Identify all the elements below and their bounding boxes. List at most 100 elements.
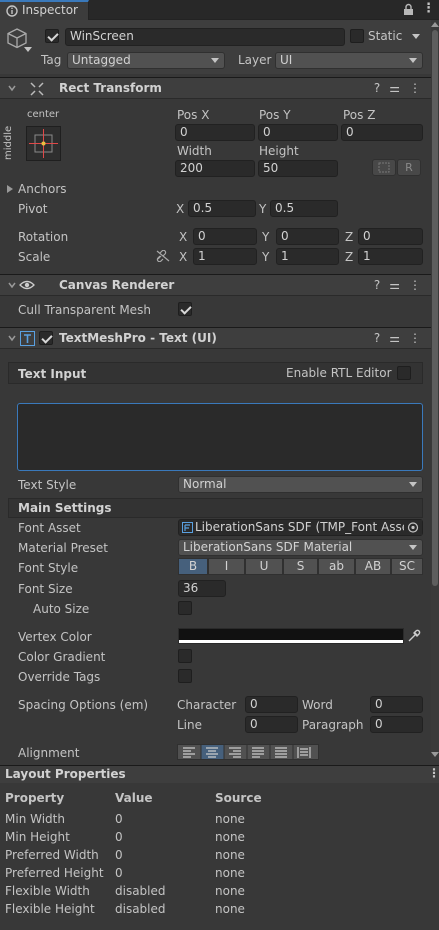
- rotation-label: Rotation: [18, 230, 69, 244]
- tag-dropdown[interactable]: Untagged: [67, 52, 225, 69]
- font-style-button[interactable]: U: [245, 558, 283, 575]
- width-field[interactable]: 200: [175, 160, 255, 177]
- scrollbar-thumb[interactable]: [432, 30, 438, 586]
- font-asset-field[interactable]: LiberationSans SDF (TMP_Font Asset: [178, 519, 423, 536]
- pos-x-field[interactable]: 0: [175, 124, 255, 141]
- presets-icon[interactable]: ⚌: [389, 331, 400, 345]
- pos-x-label: Pos X: [177, 108, 210, 122]
- character-spacing-field[interactable]: 0: [245, 696, 298, 713]
- tab-label: Inspector: [22, 3, 78, 17]
- font-style-button[interactable]: B: [178, 558, 208, 575]
- layer-dropdown[interactable]: UI: [275, 52, 423, 69]
- help-icon[interactable]: ?: [374, 81, 380, 95]
- icon-dropdown-arrow[interactable]: [24, 47, 32, 52]
- anchor-presets-button[interactable]: [26, 126, 61, 161]
- column-header-source: Source: [215, 791, 262, 805]
- layout-properties-title: Layout Properties: [5, 767, 126, 781]
- font-style-button[interactable]: ab: [318, 558, 355, 575]
- object-picker-button[interactable]: [404, 520, 422, 535]
- canvas-renderer-title: Canvas Renderer: [59, 278, 175, 292]
- scale-x-field[interactable]: 1: [193, 248, 257, 265]
- paragraph-spacing-label: Paragraph: [302, 718, 364, 732]
- raw-edit-button[interactable]: R: [397, 159, 421, 176]
- lock-icon[interactable]: [403, 3, 414, 16]
- height-field[interactable]: 50: [258, 160, 338, 177]
- rotation-x-field[interactable]: 0: [193, 228, 257, 245]
- textmeshpro-icon: [20, 331, 35, 346]
- rtl-editor-checkbox[interactable]: [397, 366, 411, 380]
- cull-transparent-mesh-checkbox[interactable]: [178, 302, 192, 316]
- layout-properties-header[interactable]: Layout Properties ⋮: [0, 765, 439, 783]
- pos-z-field[interactable]: 0: [341, 124, 423, 141]
- rect-transform-header[interactable]: Rect Transform ? ⚌ ⋮: [0, 77, 431, 99]
- property-value-cell: 0: [115, 866, 123, 880]
- rtl-editor-label: Enable RTL Editor: [286, 366, 392, 380]
- alignment-icons: [183, 745, 311, 759]
- font-size-field[interactable]: 36: [178, 580, 226, 597]
- text-style-dropdown[interactable]: Normal: [178, 476, 423, 493]
- gameobject-cube-icon: [7, 28, 27, 49]
- material-preset-dropdown[interactable]: LiberationSans SDF Material: [178, 539, 423, 556]
- foldout-arrow-icon[interactable]: [6, 279, 18, 291]
- line-spacing-label: Line: [177, 718, 203, 732]
- textmeshpro-header[interactable]: TextMeshPro - Text (UI) ? ⚌ ⋮: [0, 327, 431, 349]
- canvas-renderer-header[interactable]: Canvas Renderer ? ⚌ ⋮: [0, 274, 431, 296]
- blueprint-mode-button[interactable]: [372, 159, 396, 176]
- panel-menu-icon[interactable]: ⋮: [428, 766, 439, 780]
- component-enabled-checkbox[interactable]: [39, 331, 53, 345]
- component-menu-icon[interactable]: ⋮: [409, 278, 421, 292]
- auto-size-checkbox[interactable]: [178, 601, 192, 615]
- static-checkbox[interactable]: [350, 29, 364, 43]
- font-size-label: Font Size: [18, 582, 73, 596]
- eyedropper-icon[interactable]: [407, 629, 421, 643]
- main-settings-section: Main Settings: [8, 498, 423, 518]
- scale-y-field[interactable]: 1: [276, 248, 339, 265]
- scroll-down-icon[interactable]: [431, 752, 439, 757]
- scale-z-field[interactable]: 1: [358, 248, 423, 265]
- property-source-cell: none: [215, 902, 245, 916]
- font-style-button[interactable]: S: [283, 558, 318, 575]
- color-gradient-checkbox[interactable]: [178, 649, 192, 663]
- line-spacing-field[interactable]: 0: [245, 716, 298, 733]
- target-picker-icon: [407, 522, 419, 533]
- presets-icon[interactable]: ⚌: [389, 278, 400, 292]
- tag-value: Untagged: [72, 53, 131, 67]
- component-menu-icon[interactable]: ⋮: [409, 81, 421, 95]
- foldout-arrow-icon[interactable]: [6, 332, 18, 344]
- rotation-y-field[interactable]: 0: [276, 228, 339, 245]
- layer-value: UI: [280, 53, 293, 67]
- font-style-button[interactable]: I: [208, 558, 245, 575]
- word-spacing-field[interactable]: 0: [370, 696, 423, 713]
- rotation-z-label: Z: [345, 230, 354, 244]
- text-style-value: Normal: [183, 477, 227, 491]
- foldout-arrow-icon[interactable]: [6, 82, 18, 94]
- font-style-button[interactable]: AB: [355, 558, 391, 575]
- text-input-area[interactable]: [17, 403, 423, 471]
- paragraph-spacing-field[interactable]: 0: [370, 716, 423, 733]
- tab-inspector[interactable]: Inspector: [0, 0, 89, 20]
- main-settings-label: Main Settings: [18, 501, 112, 515]
- pivot-x-field[interactable]: 0.5: [188, 200, 256, 217]
- override-tags-checkbox[interactable]: [178, 669, 192, 683]
- scroll-up-icon[interactable]: [431, 22, 439, 27]
- presets-icon[interactable]: ⚌: [389, 81, 400, 95]
- static-dropdown-arrow[interactable]: [412, 34, 420, 39]
- vertex-color-label: Vertex Color: [18, 630, 92, 644]
- help-icon[interactable]: ?: [374, 331, 380, 345]
- property-source-cell: none: [215, 830, 245, 844]
- active-checkbox[interactable]: [45, 29, 59, 43]
- object-name-field[interactable]: WinScreen: [65, 28, 345, 46]
- help-icon[interactable]: ?: [374, 278, 380, 292]
- anchors-foldout-icon[interactable]: [7, 185, 13, 193]
- font-style-button[interactable]: SC: [391, 558, 423, 575]
- more-menu-icon[interactable]: ⋮: [422, 1, 435, 16]
- pivot-y-field[interactable]: 0.5: [270, 200, 338, 217]
- material-preset-value: LiberationSans SDF Material: [183, 540, 353, 554]
- component-menu-icon[interactable]: ⋮: [409, 331, 421, 345]
- rotation-z-field[interactable]: 0: [358, 228, 423, 245]
- constrain-proportions-icon[interactable]: [156, 250, 170, 262]
- rotation-y-label: Y: [262, 230, 270, 244]
- anchors-label[interactable]: Anchors: [18, 182, 67, 196]
- pos-y-field[interactable]: 0: [258, 124, 338, 141]
- vertex-color-field[interactable]: [178, 628, 404, 644]
